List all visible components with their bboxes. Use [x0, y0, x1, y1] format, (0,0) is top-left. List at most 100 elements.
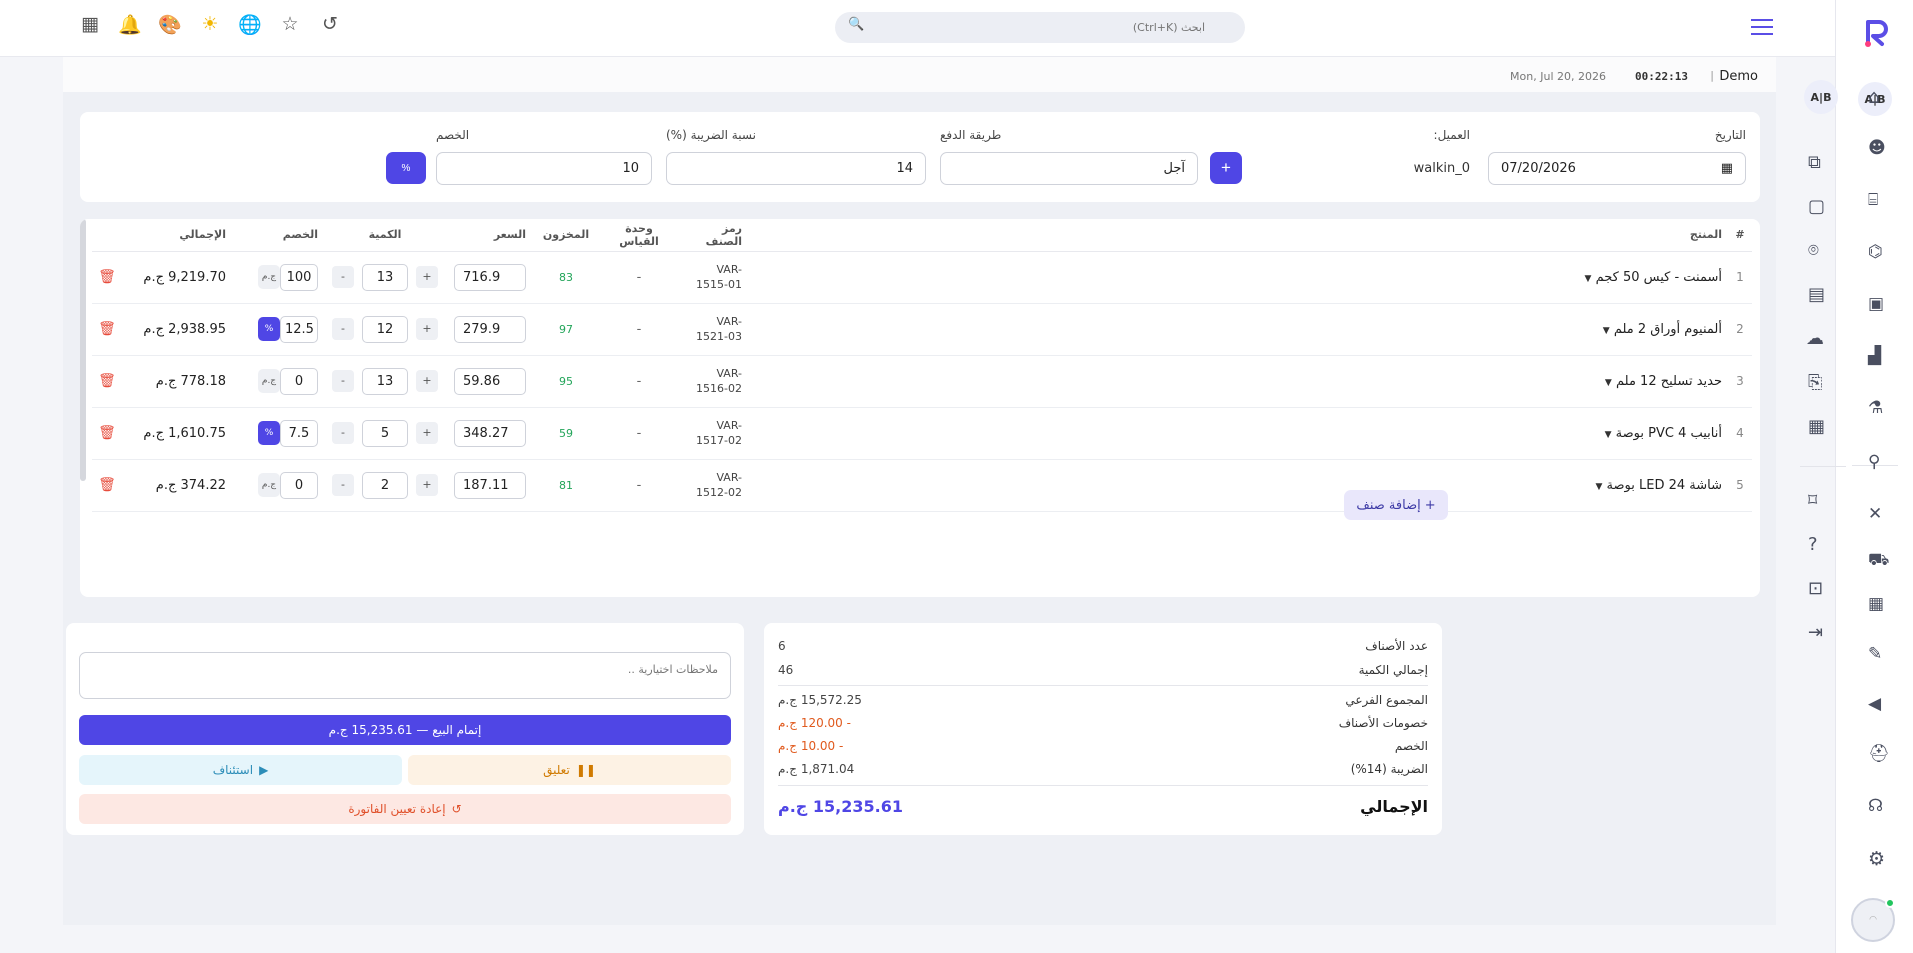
- chevron-down-icon[interactable]: ▼: [1585, 274, 1592, 284]
- calendar-check-icon[interactable]: ▦: [1868, 594, 1884, 614]
- discount-type-toggle[interactable]: %: [386, 152, 426, 184]
- discount-type-toggle[interactable]: %: [258, 317, 280, 341]
- qty-decrease-button[interactable]: -: [332, 318, 354, 340]
- discount-input[interactable]: 0: [280, 367, 318, 395]
- notes-input[interactable]: [79, 652, 731, 699]
- row-product[interactable]: أنابيب PVC 4 بوصة ▼: [748, 407, 1728, 460]
- add-item-button[interactable]: + إضافة صنف: [1344, 490, 1448, 520]
- qty-increase-button[interactable]: +: [416, 266, 438, 288]
- clipboard-icon[interactable]: ⎘: [1808, 372, 1822, 393]
- truck-icon[interactable]: ⛟: [1868, 550, 1889, 572]
- qty-decrease-button[interactable]: -: [332, 474, 354, 496]
- palette-icon[interactable]: 🎨: [150, 13, 190, 43]
- user-scan-icon[interactable]: ⊡: [1808, 578, 1823, 599]
- summary-discount: الخصم - 10.00 ج.م: [778, 739, 1428, 753]
- apps-grid-icon[interactable]: ▦: [70, 13, 110, 43]
- logout-icon[interactable]: ⇥: [1808, 622, 1823, 643]
- qty-increase-button[interactable]: +: [416, 422, 438, 444]
- chevron-down-icon[interactable]: ▼: [1605, 378, 1612, 388]
- chevron-down-icon[interactable]: ▼: [1605, 430, 1612, 440]
- resume-button[interactable]: ▶ استئناف: [79, 755, 402, 785]
- qty-input[interactable]: 12: [362, 315, 408, 343]
- app-logo[interactable]: [1859, 14, 1895, 50]
- headset-icon[interactable]: ☊: [1868, 796, 1883, 816]
- hard-hat-icon[interactable]: ⛑: [1868, 744, 1890, 764]
- qty-input[interactable]: 13: [362, 263, 408, 291]
- discount-type-toggle[interactable]: ج.م: [258, 265, 280, 289]
- flask-icon[interactable]: ⚗: [1868, 398, 1883, 418]
- store-icon[interactable]: ⌸: [1868, 190, 1878, 210]
- table-scrollbar[interactable]: [80, 219, 86, 481]
- discount-input[interactable]: 0: [280, 471, 318, 499]
- row-product[interactable]: حديد تسليح 12 ملم ▼: [748, 355, 1728, 408]
- payment-select[interactable]: آجل: [940, 152, 1198, 185]
- search-input[interactable]: [835, 12, 1245, 43]
- qty-decrease-button[interactable]: -: [332, 422, 354, 444]
- discount-input[interactable]: 12.5: [280, 315, 318, 343]
- discount-type-toggle[interactable]: ج.م: [258, 369, 280, 393]
- discount-input[interactable]: 7.5: [280, 419, 318, 447]
- language-switch-icon[interactable]: A|B: [1804, 80, 1838, 114]
- menu-toggle-icon[interactable]: [1747, 14, 1773, 42]
- hand-coins-icon[interactable]: ⚲: [1868, 452, 1880, 472]
- inventory-icon[interactable]: ▦: [1808, 416, 1825, 437]
- sun-icon[interactable]: ☀: [190, 13, 230, 43]
- row-product[interactable]: شاشة LED 24 بوصة ▼: [748, 459, 1728, 512]
- qty-increase-button[interactable]: +: [416, 370, 438, 392]
- globe-icon[interactable]: 🌐: [230, 13, 270, 43]
- customer-select[interactable]: walkin_0: [1414, 161, 1470, 176]
- price-input[interactable]: 279.9: [454, 315, 526, 343]
- history-icon[interactable]: ↺: [310, 13, 350, 43]
- scan-icon[interactable]: ⌾: [1808, 240, 1819, 261]
- qty-input[interactable]: 2: [362, 471, 408, 499]
- qty-decrease-button[interactable]: -: [332, 370, 354, 392]
- chevron-down-icon[interactable]: ▼: [1595, 482, 1602, 492]
- users-icon[interactable]: ☻: [1868, 138, 1886, 158]
- settings-gear-icon[interactable]: ⚙: [1868, 848, 1885, 870]
- grid-edit-icon[interactable]: ⧉: [1808, 152, 1821, 173]
- price-input[interactable]: 348.27: [454, 419, 526, 447]
- qty-input[interactable]: 5: [362, 419, 408, 447]
- row-total: 1,610.75 ج.م: [122, 407, 232, 460]
- discount-input[interactable]: 100: [280, 263, 318, 291]
- help-icon[interactable]: ?: [1808, 534, 1818, 555]
- bookmark-icon[interactable]: ⌑: [1808, 490, 1817, 511]
- row-product[interactable]: ألمنيوم أوراق 2 ملم ▼: [748, 303, 1728, 356]
- trash-icon[interactable]: 🗑: [92, 407, 122, 460]
- price-input[interactable]: 59.86: [454, 367, 526, 395]
- qty-input[interactable]: 13: [362, 367, 408, 395]
- tools-icon[interactable]: ✕: [1868, 504, 1882, 524]
- trash-icon[interactable]: 🗑: [92, 251, 122, 304]
- bank-icon[interactable]: ⌬: [1868, 242, 1883, 262]
- discount-type-toggle[interactable]: %: [258, 421, 280, 445]
- price-input[interactable]: 716.9: [454, 263, 526, 291]
- star-icon[interactable]: ☆: [270, 13, 310, 43]
- discount-type-toggle[interactable]: ج.م: [258, 473, 280, 497]
- chevron-down-icon[interactable]: ▼: [1603, 326, 1610, 336]
- reset-invoice-button[interactable]: ↺ إعادة تعيين الفاتورة: [79, 794, 731, 824]
- complete-sale-button[interactable]: إتمام البيع — 15,235.61 ج.م: [79, 715, 731, 745]
- calendar-clock-icon[interactable]: ▤: [1808, 284, 1825, 305]
- price-input[interactable]: 187.11: [454, 471, 526, 499]
- date-field[interactable]: 07/20/2026 ▦: [1488, 152, 1746, 185]
- qty-decrease-button[interactable]: -: [332, 266, 354, 288]
- megaphone-icon[interactable]: ◀: [1868, 694, 1881, 714]
- row-product[interactable]: أسمنت - كيس 50 كجم ▼: [748, 251, 1728, 304]
- trash-icon[interactable]: 🗑: [92, 459, 122, 512]
- suspend-button[interactable]: ❚❚ تعليق: [408, 755, 731, 785]
- discount-input[interactable]: 10: [436, 152, 652, 185]
- box-icon[interactable]: ▣: [1868, 294, 1884, 314]
- trash-icon[interactable]: 🗑: [92, 355, 122, 408]
- add-customer-button[interactable]: +: [1210, 152, 1242, 184]
- tax-input[interactable]: 14: [666, 152, 926, 185]
- qty-increase-button[interactable]: +: [416, 474, 438, 496]
- cloud-icon[interactable]: ☁: [1806, 328, 1824, 349]
- bell-icon[interactable]: 🔔: [110, 13, 150, 43]
- factory-icon[interactable]: ▟: [1868, 346, 1881, 366]
- row-unit: -: [600, 355, 678, 408]
- home-icon[interactable]: ⌂: [1868, 86, 1880, 108]
- qty-increase-button[interactable]: +: [416, 318, 438, 340]
- sticky-note-icon[interactable]: ▢: [1808, 196, 1825, 217]
- trash-icon[interactable]: 🗑: [92, 303, 122, 356]
- signature-icon[interactable]: ✎: [1868, 644, 1882, 664]
